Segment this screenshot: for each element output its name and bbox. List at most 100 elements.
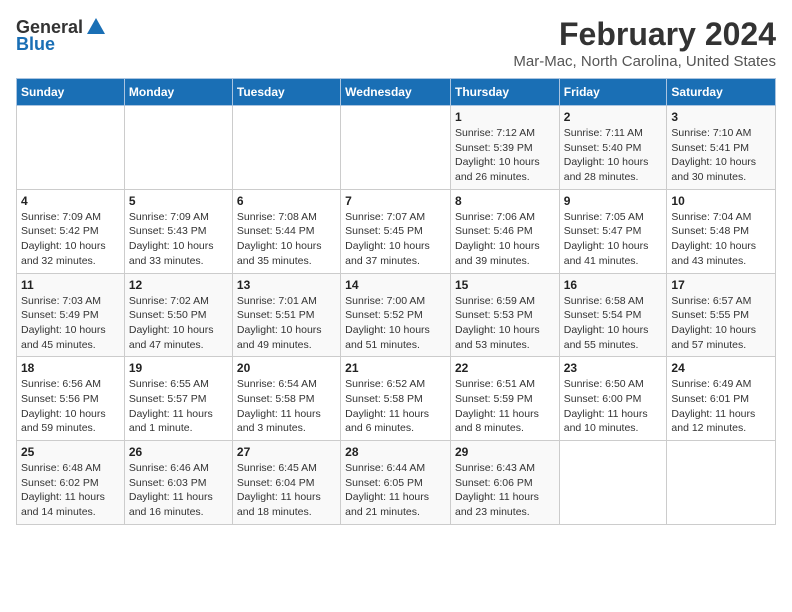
day-number: 4 bbox=[21, 194, 120, 208]
weekday-header: Thursday bbox=[450, 79, 559, 106]
calendar-cell bbox=[124, 106, 232, 190]
day-number: 10 bbox=[671, 194, 771, 208]
calendar-cell: 22 Sunrise: 6:51 AM Sunset: 5:59 PM Dayli… bbox=[450, 357, 559, 441]
day-number: 8 bbox=[455, 194, 555, 208]
calendar-cell: 24Sunrise: 6:49 AM Sunset: 6:01 PM Dayli… bbox=[667, 357, 776, 441]
calendar-cell: 11 Sunrise: 7:03 AM Sunset: 5:49 PM Dayli… bbox=[17, 273, 125, 357]
day-info: Sunrise: 6:54 AM Sunset: 5:58 PM Dayligh… bbox=[237, 377, 336, 436]
day-number: 19 bbox=[129, 361, 228, 375]
weekday-header: Wednesday bbox=[341, 79, 451, 106]
calendar-cell bbox=[341, 106, 451, 190]
weekday-header: Monday bbox=[124, 79, 232, 106]
day-info: Sunrise: 6:55 AM Sunset: 5:57 PM Dayligh… bbox=[129, 377, 228, 436]
calendar-cell bbox=[232, 106, 340, 190]
title-area: February 2024 Mar-Mac, North Carolina, U… bbox=[513, 16, 776, 70]
day-number: 17 bbox=[671, 278, 771, 292]
calendar-cell bbox=[559, 441, 667, 525]
day-number: 29 bbox=[455, 445, 555, 459]
day-number: 26 bbox=[129, 445, 228, 459]
calendar-cell bbox=[667, 441, 776, 525]
calendar-cell: 19 Sunrise: 6:55 AM Sunset: 5:57 PM Dayli… bbox=[124, 357, 232, 441]
day-number: 21 bbox=[345, 361, 446, 375]
day-info: Sunrise: 7:08 AM Sunset: 5:44 PM Dayligh… bbox=[237, 210, 336, 269]
day-number: 3 bbox=[671, 110, 771, 124]
weekday-header: Saturday bbox=[667, 79, 776, 106]
day-info: Sunrise: 6:46 AM Sunset: 6:03 PM Dayligh… bbox=[129, 461, 228, 520]
logo-blue: Blue bbox=[16, 34, 55, 55]
logo-icon bbox=[85, 16, 107, 38]
day-info: Sunrise: 7:03 AM Sunset: 5:49 PM Dayligh… bbox=[21, 294, 120, 353]
calendar-cell: 14Sunrise: 7:00 AM Sunset: 5:52 PM Dayli… bbox=[341, 273, 451, 357]
day-info: Sunrise: 7:12 AM Sunset: 5:39 PM Dayligh… bbox=[455, 126, 555, 185]
day-info: Sunrise: 6:59 AM Sunset: 5:53 PM Dayligh… bbox=[455, 294, 555, 353]
calendar-cell: 7 Sunrise: 7:07 AM Sunset: 5:45 PM Daylig… bbox=[341, 189, 451, 273]
day-number: 20 bbox=[237, 361, 336, 375]
logo: General Blue bbox=[16, 16, 107, 55]
day-number: 6 bbox=[237, 194, 336, 208]
location-title: Mar-Mac, North Carolina, United States bbox=[513, 53, 776, 70]
calendar-cell: 20 Sunrise: 6:54 AM Sunset: 5:58 PM Dayli… bbox=[232, 357, 340, 441]
calendar-cell: 17 Sunrise: 6:57 AM Sunset: 5:55 PM Dayli… bbox=[667, 273, 776, 357]
calendar-cell: 8Sunrise: 7:06 AM Sunset: 5:46 PM Daylig… bbox=[450, 189, 559, 273]
day-info: Sunrise: 6:50 AM Sunset: 6:00 PM Dayligh… bbox=[564, 377, 663, 436]
day-number: 7 bbox=[345, 194, 446, 208]
day-info: Sunrise: 6:52 AM Sunset: 5:58 PM Dayligh… bbox=[345, 377, 446, 436]
day-info: Sunrise: 6:44 AM Sunset: 6:05 PM Dayligh… bbox=[345, 461, 446, 520]
day-number: 23 bbox=[564, 361, 663, 375]
calendar-cell: 23 Sunrise: 6:50 AM Sunset: 6:00 PM Dayli… bbox=[559, 357, 667, 441]
calendar-week-row: 25 Sunrise: 6:48 AM Sunset: 6:02 PM Dayli… bbox=[17, 441, 776, 525]
day-info: Sunrise: 7:10 AM Sunset: 5:41 PM Dayligh… bbox=[671, 126, 771, 185]
day-info: Sunrise: 7:07 AM Sunset: 5:45 PM Dayligh… bbox=[345, 210, 446, 269]
calendar-cell: 12 Sunrise: 7:02 AM Sunset: 5:50 PM Dayli… bbox=[124, 273, 232, 357]
calendar-cell: 2Sunrise: 7:11 AM Sunset: 5:40 PM Daylig… bbox=[559, 106, 667, 190]
calendar-week-row: 18Sunrise: 6:56 AM Sunset: 5:56 PM Dayli… bbox=[17, 357, 776, 441]
calendar-cell bbox=[17, 106, 125, 190]
calendar-cell: 28 Sunrise: 6:44 AM Sunset: 6:05 PM Dayli… bbox=[341, 441, 451, 525]
calendar-cell: 13 Sunrise: 7:01 AM Sunset: 5:51 PM Dayli… bbox=[232, 273, 340, 357]
weekday-header: Friday bbox=[559, 79, 667, 106]
day-number: 11 bbox=[21, 278, 120, 292]
day-info: Sunrise: 6:56 AM Sunset: 5:56 PM Dayligh… bbox=[21, 377, 120, 436]
day-info: Sunrise: 6:48 AM Sunset: 6:02 PM Dayligh… bbox=[21, 461, 120, 520]
calendar-cell: 21 Sunrise: 6:52 AM Sunset: 5:58 PM Dayli… bbox=[341, 357, 451, 441]
calendar-cell: 5 Sunrise: 7:09 AM Sunset: 5:43 PM Daylig… bbox=[124, 189, 232, 273]
weekday-header-row: SundayMondayTuesdayWednesdayThursdayFrid… bbox=[17, 79, 776, 106]
day-number: 25 bbox=[21, 445, 120, 459]
calendar-cell: 25 Sunrise: 6:48 AM Sunset: 6:02 PM Dayli… bbox=[17, 441, 125, 525]
day-info: Sunrise: 7:02 AM Sunset: 5:50 PM Dayligh… bbox=[129, 294, 228, 353]
day-number: 28 bbox=[345, 445, 446, 459]
calendar-cell: 4 Sunrise: 7:09 AM Sunset: 5:42 PM Daylig… bbox=[17, 189, 125, 273]
calendar-cell: 18Sunrise: 6:56 AM Sunset: 5:56 PM Dayli… bbox=[17, 357, 125, 441]
calendar-cell: 1 Sunrise: 7:12 AM Sunset: 5:39 PM Daylig… bbox=[450, 106, 559, 190]
calendar-week-row: 11 Sunrise: 7:03 AM Sunset: 5:49 PM Dayli… bbox=[17, 273, 776, 357]
day-number: 1 bbox=[455, 110, 555, 124]
header: General Blue February 2024 Mar-Mac, Nort… bbox=[16, 16, 776, 70]
day-number: 27 bbox=[237, 445, 336, 459]
day-info: Sunrise: 6:45 AM Sunset: 6:04 PM Dayligh… bbox=[237, 461, 336, 520]
day-info: Sunrise: 7:01 AM Sunset: 5:51 PM Dayligh… bbox=[237, 294, 336, 353]
weekday-header: Sunday bbox=[17, 79, 125, 106]
day-info: Sunrise: 6:51 AM Sunset: 5:59 PM Dayligh… bbox=[455, 377, 555, 436]
day-info: Sunrise: 7:05 AM Sunset: 5:47 PM Dayligh… bbox=[564, 210, 663, 269]
day-number: 15 bbox=[455, 278, 555, 292]
day-number: 2 bbox=[564, 110, 663, 124]
calendar-week-row: 1 Sunrise: 7:12 AM Sunset: 5:39 PM Daylig… bbox=[17, 106, 776, 190]
calendar-cell: 27 Sunrise: 6:45 AM Sunset: 6:04 PM Dayli… bbox=[232, 441, 340, 525]
calendar-cell: 9Sunrise: 7:05 AM Sunset: 5:47 PM Daylig… bbox=[559, 189, 667, 273]
day-number: 5 bbox=[129, 194, 228, 208]
calendar-cell: 6 Sunrise: 7:08 AM Sunset: 5:44 PM Daylig… bbox=[232, 189, 340, 273]
day-number: 13 bbox=[237, 278, 336, 292]
calendar-cell: 3 Sunrise: 7:10 AM Sunset: 5:41 PM Daylig… bbox=[667, 106, 776, 190]
day-number: 12 bbox=[129, 278, 228, 292]
month-title: February 2024 bbox=[513, 16, 776, 53]
day-number: 14 bbox=[345, 278, 446, 292]
day-number: 24 bbox=[671, 361, 771, 375]
day-info: Sunrise: 7:04 AM Sunset: 5:48 PM Dayligh… bbox=[671, 210, 771, 269]
day-info: Sunrise: 6:57 AM Sunset: 5:55 PM Dayligh… bbox=[671, 294, 771, 353]
day-number: 22 bbox=[455, 361, 555, 375]
calendar-week-row: 4 Sunrise: 7:09 AM Sunset: 5:42 PM Daylig… bbox=[17, 189, 776, 273]
day-number: 16 bbox=[564, 278, 663, 292]
day-info: Sunrise: 7:09 AM Sunset: 5:42 PM Dayligh… bbox=[21, 210, 120, 269]
calendar-cell: 29Sunrise: 6:43 AM Sunset: 6:06 PM Dayli… bbox=[450, 441, 559, 525]
day-info: Sunrise: 7:09 AM Sunset: 5:43 PM Dayligh… bbox=[129, 210, 228, 269]
